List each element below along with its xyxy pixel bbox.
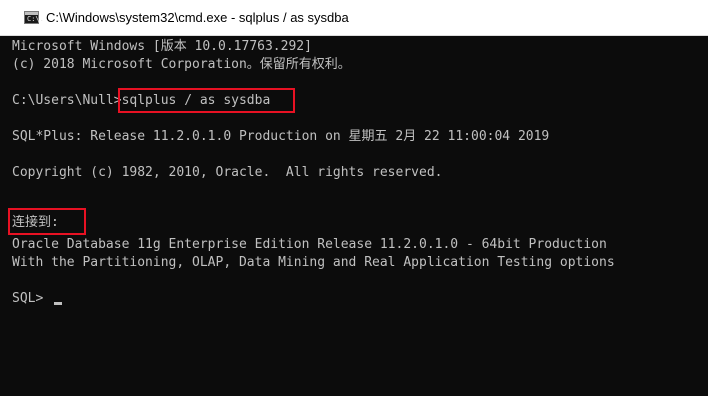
console-line-options: With the Partitioning, OLAP, Data Mining… xyxy=(12,255,615,270)
window-title: C:\Windows\system32\cmd.exe - sqlplus / … xyxy=(46,10,349,25)
console-area[interactable]: Microsoft Windows [版本 10.0.17763.292] (c… xyxy=(0,36,708,396)
console-line-oracle-copyright: Copyright (c) 1982, 2010, Oracle. All ri… xyxy=(12,165,443,180)
cmd-icon-glyph: C:\. xyxy=(27,15,44,23)
title-bar[interactable]: C:\. C:\Windows\system32\cmd.exe - sqlpl… xyxy=(0,0,708,36)
text-cursor xyxy=(54,302,62,305)
prompt-path: C:\Users\Null> xyxy=(12,93,122,108)
cmd-window: C:\. C:\Windows\system32\cmd.exe - sqlpl… xyxy=(0,0,708,396)
typed-command: sqlplus / as sysdba xyxy=(121,93,271,108)
console-line-prompt: C:\Users\Null>sqlplus / as sysdba xyxy=(12,92,270,110)
console-line-db-edition: Oracle Database 11g Enterprise Edition R… xyxy=(12,237,607,252)
console-line-connected: 连接到: xyxy=(12,215,59,230)
console-line-version: Microsoft Windows [版本 10.0.17763.292] xyxy=(12,39,312,54)
console-line-sql-prompt: SQL> xyxy=(12,291,52,306)
cmd-icon: C:\. xyxy=(24,11,44,24)
console-line-sqlplus-release: SQL*Plus: Release 11.2.0.1.0 Production … xyxy=(12,129,550,144)
console-line-copyright-ms: (c) 2018 Microsoft Corporation。保留所有权利。 xyxy=(12,57,351,72)
